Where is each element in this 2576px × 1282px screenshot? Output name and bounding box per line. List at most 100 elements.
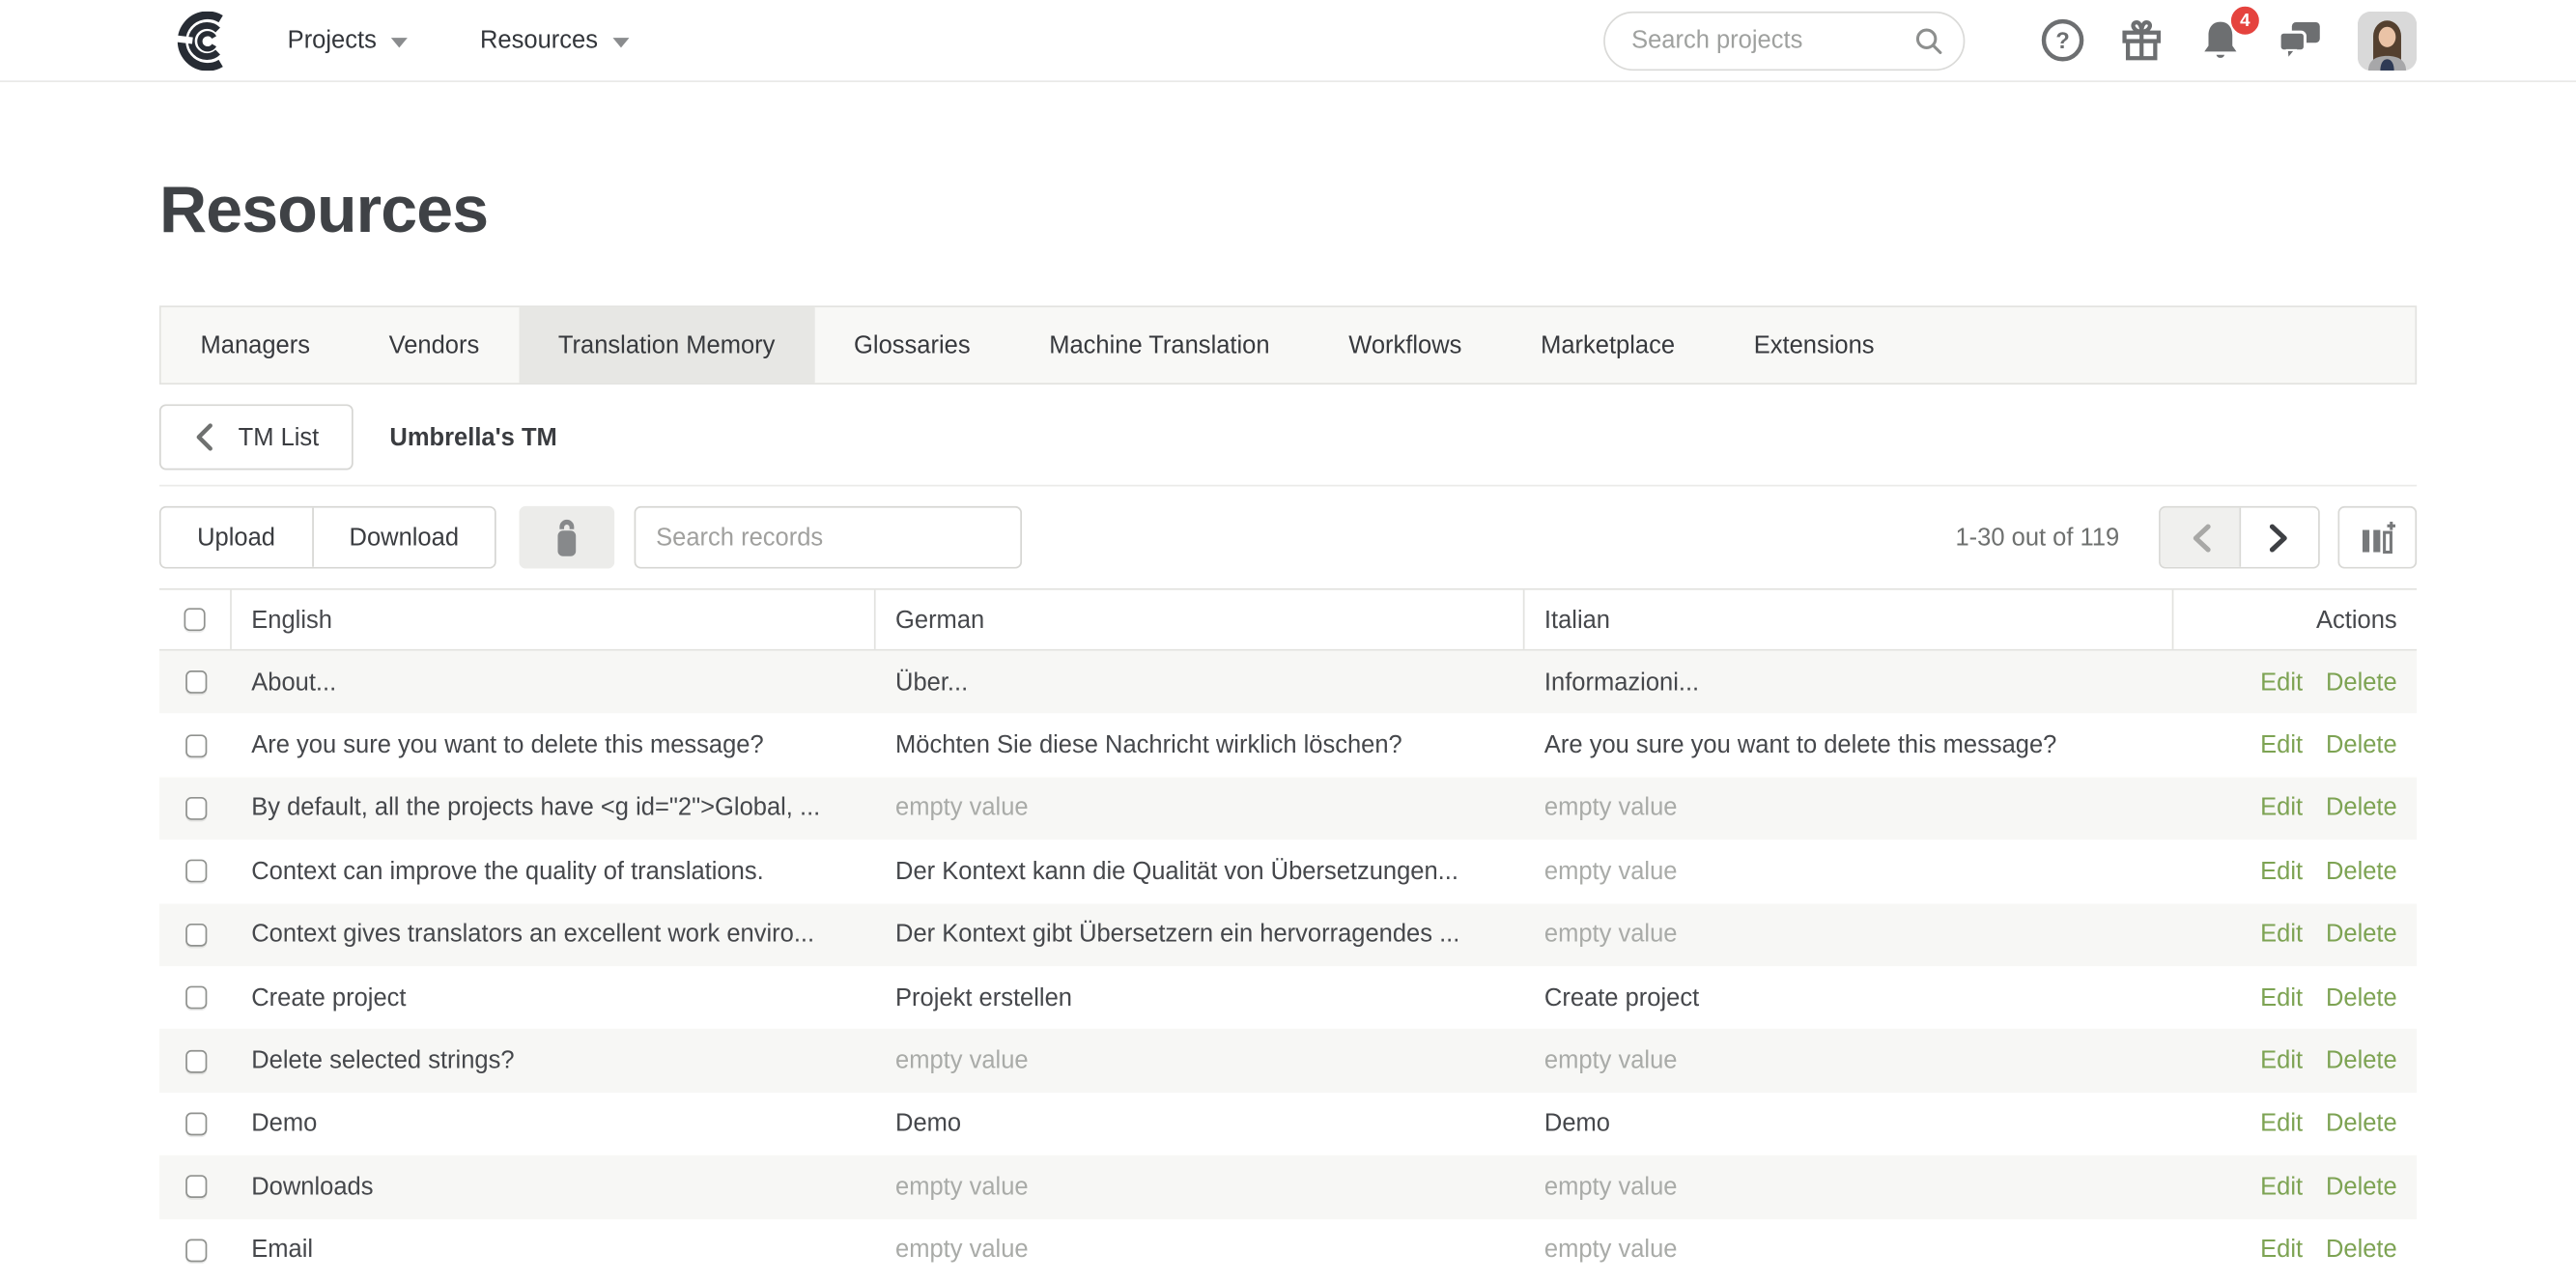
chevron-left-icon (194, 422, 213, 452)
tab-glossaries[interactable]: Glossaries (814, 307, 1009, 383)
menu-projects[interactable]: Projects (288, 26, 408, 54)
gift-button[interactable] (2119, 18, 2164, 63)
tab-managers[interactable]: Managers (161, 307, 350, 383)
app-logo[interactable] (159, 11, 235, 70)
cell-german: empty value (876, 1047, 1525, 1075)
prev-page-button[interactable] (2161, 508, 2240, 567)
back-button-label: TM List (239, 423, 320, 451)
cell-german: Projekt erstellen (876, 983, 1525, 1011)
search-projects-input[interactable] (1603, 11, 1965, 70)
configure-columns-button[interactable] (2337, 506, 2417, 569)
edit-link[interactable]: Edit (2260, 1047, 2303, 1075)
download-button[interactable]: Download (311, 508, 495, 567)
help-icon: ? (2041, 18, 2085, 63)
cell-german: Möchten Sie diese Nachricht wirklich lös… (876, 731, 1525, 759)
cell-italian: empty value (1525, 1236, 2174, 1264)
notification-badge: 4 (2229, 5, 2260, 36)
delete-selected-button[interactable] (520, 506, 615, 569)
row-checkbox[interactable] (184, 1239, 206, 1262)
row-checkbox[interactable] (184, 1049, 206, 1072)
edit-link[interactable]: Edit (2260, 1173, 2303, 1201)
edit-link[interactable]: Edit (2260, 731, 2303, 759)
row-checkbox[interactable] (184, 1112, 206, 1135)
delete-link[interactable]: Delete (2326, 1047, 2397, 1075)
columns-icon (2358, 518, 2397, 557)
delete-link[interactable]: Delete (2326, 669, 2397, 697)
row-checkbox[interactable] (184, 924, 206, 947)
row-checkbox[interactable] (184, 1176, 206, 1199)
table-row: Downloads empty value empty value Edit D… (159, 1155, 2417, 1218)
table-row: By default, all the projects have <g id=… (159, 777, 2417, 840)
menu-resources[interactable]: Resources (480, 26, 629, 54)
upload-download-group: Upload Download (159, 506, 496, 569)
delete-link[interactable]: Delete (2326, 983, 2397, 1011)
delete-link[interactable]: Delete (2326, 858, 2397, 886)
table-row: Create project Projekt erstellen Create … (159, 966, 2417, 1029)
cell-german: Demo (876, 1110, 1525, 1138)
row-checkbox[interactable] (184, 670, 206, 694)
header-italian[interactable]: Italian (1525, 590, 2174, 649)
cell-italian: Create project (1525, 983, 2174, 1011)
row-checkbox[interactable] (184, 734, 206, 757)
messages-button[interactable] (2278, 19, 2324, 62)
cell-english: Demo (232, 1110, 876, 1138)
header-english[interactable]: English (232, 590, 876, 649)
row-checkbox[interactable] (184, 797, 206, 820)
header-german[interactable]: German (876, 590, 1525, 649)
help-button[interactable]: ? (2041, 18, 2085, 63)
cell-italian: Informazioni... (1525, 669, 2174, 697)
delete-link[interactable]: Delete (2326, 1173, 2397, 1201)
cell-english: Delete selected strings? (232, 1047, 876, 1075)
edit-link[interactable]: Edit (2260, 669, 2303, 697)
pagination-range: 1-30 out of 119 (1955, 524, 2119, 552)
table-row: Are you sure you want to delete this mes… (159, 714, 2417, 777)
header-checkbox-cell (159, 590, 232, 649)
row-checkbox[interactable] (184, 986, 206, 1010)
next-page-button[interactable] (2239, 508, 2318, 567)
cell-italian: Are you sure you want to delete this mes… (1525, 731, 2174, 759)
select-all-checkbox[interactable] (184, 608, 206, 631)
row-checkbox[interactable] (184, 860, 206, 883)
cell-english: By default, all the projects have <g id=… (232, 794, 876, 822)
resource-tabs: ManagersVendorsTranslation MemoryGlossar… (159, 305, 2417, 385)
tab-vendors[interactable]: Vendors (350, 307, 519, 383)
cell-italian: empty value (1525, 858, 2174, 886)
tab-marketplace[interactable]: Marketplace (1501, 307, 1714, 383)
toolbar: Upload Download 1-30 out of 119 (159, 506, 2417, 569)
trash-icon (550, 517, 585, 558)
edit-link[interactable]: Edit (2260, 1236, 2303, 1264)
edit-link[interactable]: Edit (2260, 921, 2303, 949)
delete-link[interactable]: Delete (2326, 1110, 2397, 1138)
cell-english: Are you sure you want to delete this mes… (232, 731, 876, 759)
tab-extensions[interactable]: Extensions (1714, 307, 1913, 383)
cell-italian: empty value (1525, 921, 2174, 949)
delete-link[interactable]: Delete (2326, 1236, 2397, 1264)
notifications-button[interactable]: 4 (2198, 18, 2243, 63)
edit-link[interactable]: Edit (2260, 794, 2303, 822)
delete-link[interactable]: Delete (2326, 921, 2397, 949)
tab-workflows[interactable]: Workflows (1309, 307, 1501, 383)
edit-link[interactable]: Edit (2260, 1110, 2303, 1138)
table-row: Email empty value empty value Edit Delet… (159, 1218, 2417, 1281)
cell-english: Email (232, 1236, 876, 1264)
table-row: About... Über... Informazioni... Edit De… (159, 651, 2417, 714)
cell-german: empty value (876, 1236, 1525, 1264)
delete-link[interactable]: Delete (2326, 794, 2397, 822)
table-row: Context can improve the quality of trans… (159, 840, 2417, 902)
search-records-input[interactable] (635, 506, 1022, 569)
tm-list-back-button[interactable]: TM List (159, 404, 354, 470)
upload-button[interactable]: Upload (161, 508, 312, 567)
delete-link[interactable]: Delete (2326, 731, 2397, 759)
avatar[interactable] (2358, 11, 2417, 70)
chevron-down-icon (391, 37, 408, 46)
tm-table: English German Italian Actions About... … (159, 588, 2417, 1282)
tab-translation-memory[interactable]: Translation Memory (519, 307, 814, 383)
edit-link[interactable]: Edit (2260, 858, 2303, 886)
tab-machine-translation[interactable]: Machine Translation (1009, 307, 1309, 383)
cell-german: empty value (876, 794, 1525, 822)
cell-italian: empty value (1525, 1047, 2174, 1075)
chat-icon (2278, 19, 2324, 62)
edit-link[interactable]: Edit (2260, 983, 2303, 1011)
top-menu: Projects Resources (288, 26, 630, 54)
cell-italian: empty value (1525, 794, 2174, 822)
